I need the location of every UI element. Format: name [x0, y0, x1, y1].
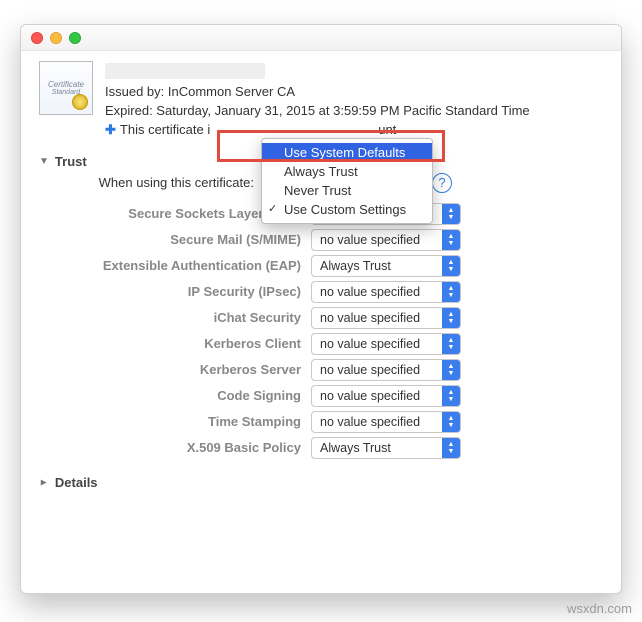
- certificate-name-redacted: [105, 63, 265, 79]
- certificate-status-text-tail: unt: [378, 121, 396, 140]
- trust-setting-row: Extensible Authentication (EAP)Always Tr…: [39, 255, 603, 277]
- zoom-icon[interactable]: [69, 32, 81, 44]
- trust-setting-value: no value specified: [312, 415, 442, 429]
- minimize-icon[interactable]: [50, 32, 62, 44]
- window-titlebar: [21, 25, 621, 51]
- certificate-status-text: This certificate i: [120, 121, 210, 140]
- details-label: Details: [55, 475, 98, 490]
- trust-setting-row: Kerberos Serverno value specified▲▼: [39, 359, 603, 381]
- help-button[interactable]: ?: [432, 173, 452, 193]
- stepper-arrows-icon[interactable]: ▲▼: [442, 256, 460, 276]
- help-icon: ?: [438, 175, 445, 190]
- trust-setting-row: X.509 Basic PolicyAlways Trust▲▼: [39, 437, 603, 459]
- stepper-arrows-icon[interactable]: ▲▼: [442, 308, 460, 328]
- trust-setting-label: Time Stamping: [39, 414, 311, 429]
- trust-setting-label: X.509 Basic Policy: [39, 440, 311, 455]
- stepper-arrows-icon[interactable]: ▲▼: [442, 412, 460, 432]
- issued-by: Issued by: InCommon Server CA: [105, 83, 603, 102]
- trust-setting-label: Secure Mail (S/MIME): [39, 232, 311, 247]
- trust-setting-select[interactable]: Always Trust▲▼: [311, 437, 461, 459]
- disclosure-triangle-icon[interactable]: ▼: [38, 477, 49, 487]
- trust-setting-value: no value specified: [312, 233, 442, 247]
- trust-setting-label: Code Signing: [39, 388, 311, 403]
- seal-icon: [72, 94, 88, 110]
- certificate-status: ✚ This certificate i unt: [105, 121, 603, 140]
- trust-setting-select[interactable]: Always Trust▲▼: [311, 255, 461, 277]
- stepper-arrows-icon[interactable]: ▲▼: [442, 204, 460, 224]
- trust-setting-label: iChat Security: [39, 310, 311, 325]
- details-section-header[interactable]: ▼ Details: [39, 475, 603, 490]
- trust-setting-select[interactable]: no value specified▲▼: [311, 411, 461, 433]
- trust-policy-dropdown-menu[interactable]: Use System DefaultsAlways TrustNever Tru…: [261, 138, 433, 224]
- certificate-trust-window: Certificate Standard Issued by: InCommon…: [20, 24, 622, 594]
- trust-setting-row: iChat Securityno value specified▲▼: [39, 307, 603, 329]
- trust-setting-select[interactable]: no value specified▲▼: [311, 307, 461, 329]
- trust-setting-select[interactable]: no value specified▲▼: [311, 333, 461, 355]
- trust-setting-row: IP Security (IPsec)no value specified▲▼: [39, 281, 603, 303]
- trust-setting-value: no value specified: [312, 285, 442, 299]
- trust-setting-label: IP Security (IPsec): [39, 284, 311, 299]
- when-using-certificate-label: When using this certificate:: [39, 175, 264, 190]
- dropdown-item[interactable]: Never Trust: [262, 181, 432, 200]
- stepper-arrows-icon[interactable]: ▲▼: [442, 360, 460, 380]
- trust-setting-select[interactable]: no value specified▲▼: [311, 229, 461, 251]
- cert-icon-word: Certificate: [48, 80, 84, 89]
- watermark: wsxdn.com: [567, 601, 632, 616]
- stepper-arrows-icon[interactable]: ▲▼: [442, 334, 460, 354]
- trust-setting-row: Code Signingno value specified▲▼: [39, 385, 603, 407]
- trust-setting-value: Always Trust: [312, 441, 442, 455]
- trust-setting-value: Always Trust: [312, 259, 442, 273]
- trust-setting-label: Extensible Authentication (EAP): [39, 258, 311, 273]
- dropdown-item[interactable]: Always Trust: [262, 162, 432, 181]
- trust-setting-select[interactable]: no value specified▲▼: [311, 385, 461, 407]
- trust-setting-value: no value specified: [312, 363, 442, 377]
- stepper-arrows-icon[interactable]: ▲▼: [442, 230, 460, 250]
- trust-setting-row: Secure Mail (S/MIME)no value specified▲▼: [39, 229, 603, 251]
- stepper-arrows-icon[interactable]: ▲▼: [442, 282, 460, 302]
- close-icon[interactable]: [31, 32, 43, 44]
- stepper-arrows-icon[interactable]: ▲▼: [442, 386, 460, 406]
- trust-setting-select[interactable]: no value specified▲▼: [311, 359, 461, 381]
- trust-setting-label: Kerberos Server: [39, 362, 311, 377]
- checkmark-icon: ✓: [268, 202, 277, 215]
- certificate-header: Certificate Standard Issued by: InCommon…: [39, 61, 603, 140]
- certificate-icon: Certificate Standard: [39, 61, 93, 115]
- trust-label: Trust: [55, 154, 87, 169]
- trust-setting-label: Kerberos Client: [39, 336, 311, 351]
- trust-setting-value: no value specified: [312, 337, 442, 351]
- dropdown-item[interactable]: Use Custom Settings✓: [262, 200, 432, 219]
- trust-setting-value: no value specified: [312, 389, 442, 403]
- trust-setting-row: Time Stampingno value specified▲▼: [39, 411, 603, 433]
- trust-setting-row: Kerberos Clientno value specified▲▼: [39, 333, 603, 355]
- disclosure-triangle-icon[interactable]: ▼: [39, 156, 49, 167]
- stepper-arrows-icon[interactable]: ▲▼: [442, 438, 460, 458]
- trust-setting-select[interactable]: no value specified▲▼: [311, 281, 461, 303]
- dropdown-item[interactable]: Use System Defaults: [262, 143, 432, 162]
- plus-icon: ✚: [105, 121, 116, 140]
- trust-setting-value: no value specified: [312, 311, 442, 325]
- expiration: Expired: Saturday, January 31, 2015 at 3…: [105, 102, 603, 121]
